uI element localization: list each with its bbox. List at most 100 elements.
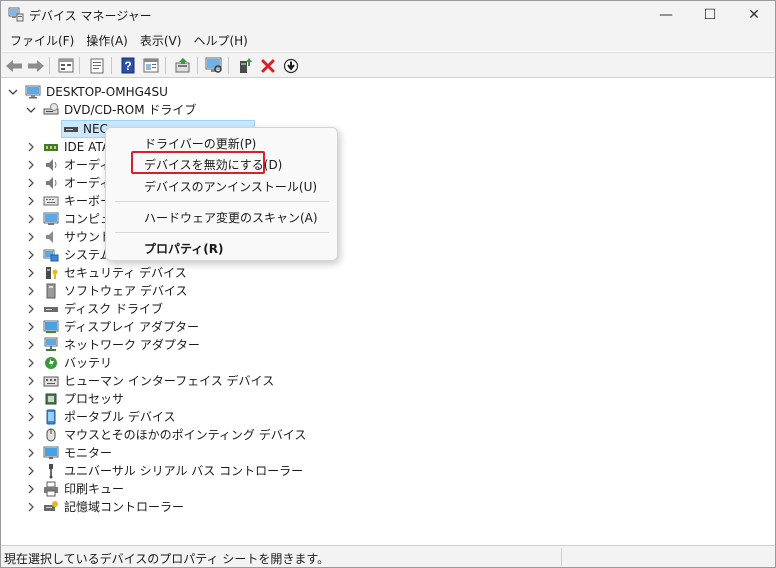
tree-root-label: DESKTOP-OMHG4SU xyxy=(46,85,168,99)
back-button[interactable] xyxy=(4,56,24,75)
disable-device-button[interactable] xyxy=(281,56,301,75)
menu-update-driver[interactable]: ドライバーの更新(P) xyxy=(144,135,256,152)
tree-category-label: 印刷キュー xyxy=(64,482,125,496)
action-pane-button[interactable] xyxy=(141,56,161,75)
chevron-right-icon[interactable] xyxy=(26,210,36,228)
menu-help[interactable]: ヘルプ(H) xyxy=(188,32,252,49)
menu-file[interactable]: ファイル(F) xyxy=(5,32,79,49)
portable-device-icon xyxy=(43,409,59,425)
menu-disable-device[interactable]: デバイスを無効にする(D) xyxy=(144,156,282,173)
chevron-right-icon[interactable] xyxy=(26,174,36,192)
speaker-icon xyxy=(43,157,59,173)
update-driver-button[interactable] xyxy=(173,56,193,75)
help-button[interactable]: ? xyxy=(118,56,138,75)
minimize-button[interactable]: — xyxy=(644,1,688,29)
ide-controller-icon xyxy=(43,139,59,155)
chevron-right-icon[interactable] xyxy=(26,498,36,516)
tree-category[interactable]: ネットワーク アダプター xyxy=(1,336,421,354)
storage-controller-icon xyxy=(43,499,59,515)
menu-view[interactable]: 表示(V) xyxy=(135,32,187,49)
menu-properties[interactable]: プロパティ(R) xyxy=(144,240,224,257)
tree-category[interactable]: バッテリ xyxy=(1,354,421,372)
tree-category[interactable]: モニター xyxy=(1,444,421,462)
tree-category[interactable]: ソフトウェア デバイス xyxy=(1,282,421,300)
menu-uninstall-device[interactable]: デバイスのアンインストール(U) xyxy=(144,178,317,195)
chevron-right-icon[interactable] xyxy=(26,318,36,336)
tree-category[interactable]: ヒューマン インターフェイス デバイス xyxy=(1,372,421,390)
chevron-right-icon[interactable] xyxy=(26,246,36,264)
status-bar: 現在選択しているデバイスのプロパティ シートを開きます。 xyxy=(1,545,775,567)
battery-icon xyxy=(43,355,59,371)
menu-bar: ファイル(F) 操作(A) 表示(V) ヘルプ(H) xyxy=(1,29,775,51)
toolbar-separator xyxy=(197,57,198,74)
security-device-icon xyxy=(43,265,59,281)
chevron-down-icon[interactable] xyxy=(26,101,36,119)
status-text: 現在選択しているデバイスのプロパティ シートを開きます。 xyxy=(4,552,330,566)
scan-hardware-button[interactable] xyxy=(204,56,224,75)
monitor-icon xyxy=(43,445,59,461)
chevron-right-icon[interactable] xyxy=(26,138,36,156)
properties-sheet-icon xyxy=(90,58,104,73)
uninstall-device-button[interactable] xyxy=(258,56,278,75)
chevron-right-icon[interactable] xyxy=(26,426,36,444)
title-bar: デバイス マネージャー — ☐ ✕ xyxy=(1,1,775,29)
tree-category-label: バッテリ xyxy=(64,356,113,370)
toolbar-separator xyxy=(165,57,166,74)
tree-category[interactable]: ディスク ドライブ xyxy=(1,300,421,318)
chevron-right-icon[interactable] xyxy=(26,264,36,282)
system-device-icon xyxy=(43,247,59,263)
update-driver-icon xyxy=(175,58,190,73)
close-button[interactable]: ✕ xyxy=(732,1,776,29)
display-adapter-icon xyxy=(43,319,59,335)
tree-category[interactable]: 記憶域コントローラー xyxy=(1,498,421,516)
chevron-right-icon[interactable] xyxy=(26,480,36,498)
tree-category[interactable]: ディスプレイ アダプター xyxy=(1,318,421,336)
usb-icon xyxy=(43,463,59,479)
tree-category[interactable]: ポータブル デバイス xyxy=(1,408,421,426)
dvd-device-icon xyxy=(63,121,79,137)
keyboard-icon xyxy=(43,193,59,209)
chevron-right-icon[interactable] xyxy=(26,354,36,372)
tree-category[interactable]: セキュリティ デバイス xyxy=(1,264,421,282)
toolbar-separator xyxy=(49,57,50,74)
chevron-right-icon[interactable] xyxy=(26,228,36,246)
tree-category-dvd[interactable]: DVD/CD-ROM ドライブ xyxy=(1,101,301,119)
forward-arrow-icon xyxy=(28,59,44,72)
tree-category-label: マウスとそのほかのポインティング デバイス xyxy=(64,428,307,442)
chevron-right-icon[interactable] xyxy=(26,444,36,462)
network-adapter-icon xyxy=(43,337,59,353)
show-hidden-button[interactable] xyxy=(56,56,76,75)
chevron-right-icon[interactable] xyxy=(26,282,36,300)
enable-device-button[interactable] xyxy=(235,56,255,75)
properties-sheet-button[interactable] xyxy=(87,56,107,75)
maximize-button[interactable]: ☐ xyxy=(688,1,732,29)
tree-category-label: ヒューマン インターフェイス デバイス xyxy=(64,374,275,388)
print-queue-icon xyxy=(43,481,59,497)
tree-category[interactable]: 印刷キュー xyxy=(1,480,421,498)
tree-category-label: DVD/CD-ROM ドライブ xyxy=(64,103,197,117)
tree-category[interactable]: ユニバーサル シリアル バス コントローラー xyxy=(1,462,421,480)
chevron-right-icon[interactable] xyxy=(26,156,36,174)
chevron-right-icon[interactable] xyxy=(26,372,36,390)
tree-category-label: ディスプレイ アダプター xyxy=(64,320,199,334)
software-device-icon xyxy=(43,283,59,299)
device-manager-app-icon xyxy=(8,7,24,22)
chevron-right-icon[interactable] xyxy=(26,300,36,318)
tree-category-label: ポータブル デバイス xyxy=(64,410,176,424)
chevron-right-icon[interactable] xyxy=(26,390,36,408)
chevron-right-icon[interactable] xyxy=(26,408,36,426)
menu-action[interactable]: 操作(A) xyxy=(81,32,133,49)
chevron-down-icon[interactable] xyxy=(8,83,18,101)
forward-button[interactable] xyxy=(26,56,46,75)
uninstall-device-icon xyxy=(261,59,275,72)
menu-scan-hardware[interactable]: ハードウェア変更のスキャン(A) xyxy=(144,209,318,226)
tree-category[interactable]: マウスとそのほかのポインティング デバイス xyxy=(1,426,421,444)
tree-category[interactable]: プロセッサ xyxy=(1,390,421,408)
chevron-right-icon[interactable] xyxy=(26,336,36,354)
tree-category-label: モニター xyxy=(64,446,113,460)
tree-root[interactable]: DESKTOP-OMHG4SU xyxy=(1,83,301,101)
disable-device-icon xyxy=(283,58,299,73)
chevron-right-icon[interactable] xyxy=(26,192,36,210)
chevron-right-icon[interactable] xyxy=(26,462,36,480)
tree-category-label: IDE ATA xyxy=(64,140,111,154)
